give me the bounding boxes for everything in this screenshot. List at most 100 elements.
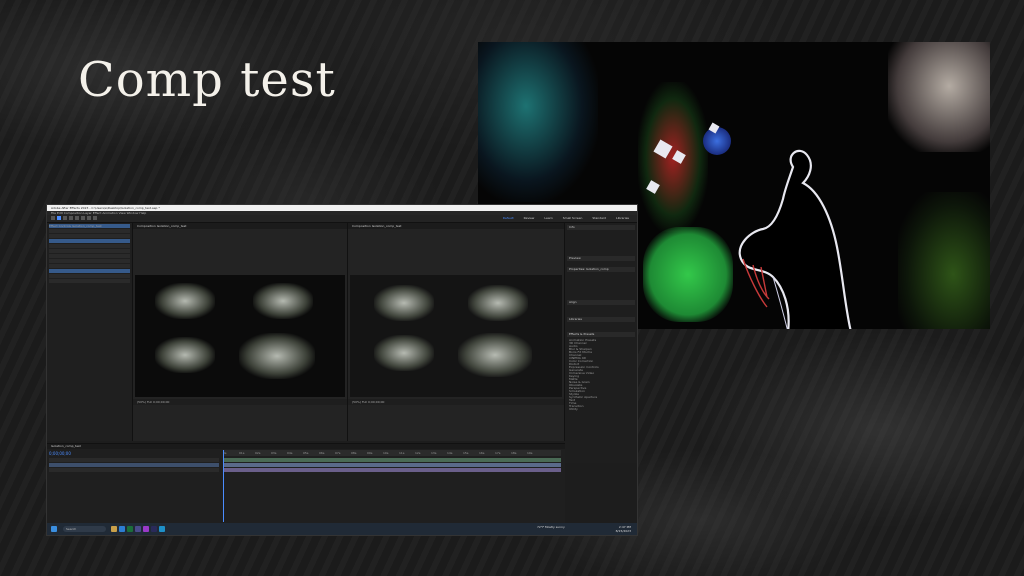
timecode-display[interactable]: 0;00;00;00	[49, 451, 71, 456]
viewer-footer-right[interactable]: (50%) Full 0;00;00;00	[348, 399, 564, 405]
app-icon[interactable]	[135, 526, 141, 532]
right-panels: Info Preview Properties: Isolation_comp …	[565, 223, 637, 463]
property-row[interactable]	[49, 279, 130, 283]
info-panel-header[interactable]: Info	[567, 225, 635, 230]
ruler-tick-label: 18s	[511, 451, 517, 455]
property-row[interactable]	[49, 249, 130, 253]
ruler-tick-label: 03s	[271, 451, 277, 455]
ruler-tick-label: 08s	[351, 451, 357, 455]
layer-row[interactable]	[49, 468, 219, 472]
footage-cell	[155, 283, 215, 319]
ruler-tick-label: 13s	[431, 451, 437, 455]
ruler-tick-label: 19s	[527, 451, 533, 455]
pen-tool-icon[interactable]	[87, 216, 91, 220]
foliage-texture	[898, 192, 990, 329]
weather-widget[interactable]: 72°F Mostly sunny	[537, 525, 565, 529]
align-panel-header[interactable]: Align	[567, 300, 635, 305]
effects-presets-header[interactable]: Effects & Presets	[567, 332, 635, 337]
property-row[interactable]	[49, 274, 130, 278]
workspace-small-screen[interactable]: Small Screen	[563, 216, 583, 220]
ruler-tick-label: 12s	[415, 451, 421, 455]
glowing-figure	[738, 149, 852, 329]
timeline-tab[interactable]: Isolation_comp_test	[47, 444, 565, 449]
ruler-tick-label: 10s	[383, 451, 389, 455]
properties-panel-header[interactable]: Properties: Isolation_comp	[567, 267, 635, 272]
windows-start-icon[interactable]	[51, 526, 57, 532]
workspace-learn[interactable]: Learn	[544, 216, 552, 220]
blue-orb	[703, 127, 731, 155]
layer-row-selected[interactable]	[49, 463, 219, 467]
app-icon[interactable]	[151, 526, 157, 532]
footage-cell	[458, 333, 532, 377]
property-row[interactable]	[49, 264, 130, 268]
layer-bar[interactable]	[223, 463, 561, 467]
zoom-tool-icon[interactable]	[69, 216, 73, 220]
ruler-tick-label: 17s	[495, 451, 501, 455]
slide-title: Comp test	[78, 52, 336, 108]
taskbar-search[interactable]: Search	[63, 526, 106, 532]
selection-tool-icon[interactable]	[57, 216, 61, 220]
footage-cell	[374, 285, 434, 321]
ruler-tick-label: 07s	[335, 451, 341, 455]
workspace-review[interactable]: Review	[524, 216, 535, 220]
ruler-tick-label: 14s	[447, 451, 453, 455]
effect-controls-panel: Effect Controls Isolation_comp_test	[47, 223, 133, 441]
footage-cell	[253, 283, 313, 319]
app-icon[interactable]	[159, 526, 165, 532]
taskbar-clock[interactable]: 2:47 PM 8/15/2023	[616, 525, 631, 533]
ruler-tick-label: 15s	[463, 451, 469, 455]
property-row[interactable]	[49, 229, 130, 233]
ruler-tick-label: 06s	[319, 451, 325, 455]
workspace-standard[interactable]: Standard	[592, 216, 606, 220]
workspace-default[interactable]: Default	[503, 216, 514, 220]
libraries-panel-header[interactable]: Libraries	[567, 317, 635, 322]
layer-bar[interactable]	[223, 458, 561, 462]
property-row-selected[interactable]	[49, 269, 130, 273]
effect-category[interactable]: Utility	[567, 408, 635, 411]
windows-taskbar: Search 72°F Mostly sunny 2:47 PM 8/15/20…	[47, 523, 637, 535]
home-icon[interactable]	[51, 216, 55, 220]
comp-view-left[interactable]	[135, 275, 345, 397]
ruler-tick-label: 04s	[287, 451, 293, 455]
layer-row[interactable]	[49, 458, 219, 462]
ruler-tick-label: 02s	[255, 451, 261, 455]
comp-view-right[interactable]	[350, 275, 562, 397]
hand-tool-icon[interactable]	[63, 216, 67, 220]
tools-toolbar: Default Review Learn Small Screen Standa…	[47, 215, 637, 223]
timeline-panel: Isolation_comp_test 0;00;00;00 0s 01s 02s 0…	[47, 443, 565, 524]
teal-blob	[478, 42, 598, 202]
property-row-selected[interactable]	[49, 239, 130, 243]
ruler-tick-label: 09s	[367, 451, 373, 455]
comp-tab-right[interactable]: Composition Isolation_comp_test	[348, 223, 564, 229]
ruler-tick-label: 05s	[303, 451, 309, 455]
panel-title[interactable]: Effect Controls Isolation_comp_test	[49, 224, 130, 228]
text-tool-icon[interactable]	[93, 216, 97, 220]
ruler-tick-label: 16s	[479, 451, 485, 455]
playhead[interactable]	[223, 450, 224, 522]
ruler-tick-label: 01s	[239, 451, 245, 455]
property-row[interactable]	[49, 244, 130, 248]
edge-icon[interactable]	[119, 526, 125, 532]
footage-cell	[239, 333, 315, 379]
clock-date: 8/15/2023	[615, 529, 631, 533]
after-effects-icon[interactable]	[143, 526, 149, 532]
workspace-libraries[interactable]: Libraries	[616, 216, 629, 220]
after-effects-screenshot: Adobe After Effects 2023 - C:\Users\e\De…	[46, 204, 638, 536]
app-icon[interactable]	[127, 526, 133, 532]
time-ruler[interactable]: 0s 01s 02s 03s 04s 05s 06s 07s 08s 09s 10s 11s 12s 13…	[223, 450, 561, 456]
footage-cell	[468, 285, 528, 321]
viewer-footer-left[interactable]: (50%) Full 0;00;00;00	[133, 399, 347, 405]
green-blob	[643, 227, 733, 322]
rotate-tool-icon[interactable]	[75, 216, 79, 220]
property-row[interactable]	[49, 259, 130, 263]
ruler-ticks: 0s 01s 02s 03s 04s 05s 06s 07s 08s 09s 10s 11s 12s 13…	[223, 451, 543, 455]
footage-cell	[155, 337, 215, 373]
property-row[interactable]	[49, 254, 130, 258]
file-explorer-icon[interactable]	[111, 526, 117, 532]
property-row[interactable]	[49, 234, 130, 238]
ruler-tick-label: 11s	[399, 451, 405, 455]
layer-bar[interactable]	[223, 468, 561, 472]
comp-tab-left[interactable]: Composition Isolation_comp_test	[133, 223, 347, 229]
preview-panel-header[interactable]: Preview	[567, 256, 635, 261]
camera-tool-icon[interactable]	[81, 216, 85, 220]
